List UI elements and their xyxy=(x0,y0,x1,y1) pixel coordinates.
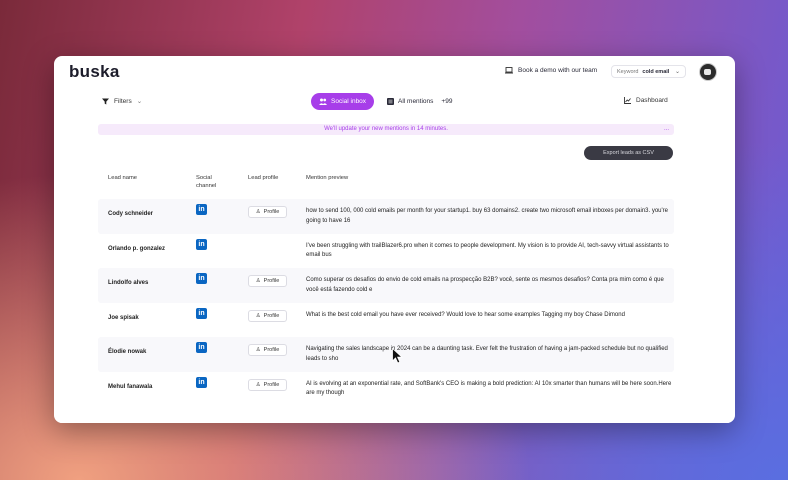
banner-more-button[interactable]: ... xyxy=(664,124,669,135)
header-social-channel: Social channel xyxy=(196,175,217,189)
mention-preview: What is the best cold email you have eve… xyxy=(306,311,625,318)
lead-name: Élodie nowak xyxy=(108,349,147,355)
lead-name: Joe spisak xyxy=(108,314,139,321)
table-row[interactable]: Joe spisak in ♙ Profile What is the best … xyxy=(98,303,674,338)
banner-text: We'll update your new mentions in 14 min… xyxy=(324,126,448,132)
profile-button[interactable]: ♙ Profile xyxy=(248,309,287,322)
mention-preview: I've been struggling with trailBlazer6.p… xyxy=(306,242,669,259)
keyword-label: Keyword xyxy=(617,68,639,75)
profile-button[interactable]: ♙ Profile xyxy=(248,378,287,391)
update-banner: We'll update your new mentions in 14 min… xyxy=(98,124,674,135)
header-mention-preview: Mention preview xyxy=(306,175,349,181)
profile-button[interactable]: ♙ Profile xyxy=(248,344,287,356)
linkedin-icon[interactable]: in xyxy=(196,342,207,353)
header-lead-name: Lead name xyxy=(108,175,138,181)
mention-preview: Navigating the sales landscape in 2024 c… xyxy=(306,346,668,362)
profile-label: Profile xyxy=(263,381,280,388)
user-icon: ♙ xyxy=(255,278,261,284)
app-logo[interactable]: buska xyxy=(69,62,120,82)
user-icon: ♙ xyxy=(255,209,261,215)
table-row[interactable]: Mehul fanawala in ♙ Profile AI is evolvin… xyxy=(98,372,674,407)
export-csv-button[interactable]: Export leads as CSV xyxy=(584,146,673,160)
grid-icon xyxy=(387,98,394,105)
profile-label: Profile xyxy=(263,312,280,319)
linkedin-icon[interactable]: in xyxy=(196,273,207,284)
keyword-value: cold email xyxy=(642,68,670,75)
chart-icon xyxy=(624,97,631,104)
filters-button[interactable]: Filters ⌄ xyxy=(102,97,142,105)
chevron-down-icon: ⌄ xyxy=(674,69,680,75)
app-window: buska Book a demo with our team Keyword … xyxy=(54,56,735,423)
user-icon: ♙ xyxy=(255,381,261,388)
profile-label: Profile xyxy=(263,278,280,284)
profile-button[interactable]: ♙ Profile xyxy=(248,275,287,287)
book-demo-label: Book a demo with our team xyxy=(518,67,598,74)
filter-icon xyxy=(102,98,109,104)
user-icon: ♙ xyxy=(255,347,261,353)
all-mentions-label: All mentions xyxy=(398,98,434,105)
lead-name: Mehul fanawala xyxy=(108,383,153,390)
user-icon: ♙ xyxy=(255,312,261,319)
mouse-cursor-icon xyxy=(392,348,403,364)
mention-preview: how to send 100, 000 cold emails per mon… xyxy=(306,208,669,224)
lead-name: Lindolfo alves xyxy=(108,280,149,286)
linkedin-icon[interactable]: in xyxy=(196,307,207,319)
top-bar: buska Book a demo with our team Keyword … xyxy=(54,56,735,90)
table-row[interactable]: Lindolfo alves in ♙ Profile Como superar … xyxy=(98,268,674,303)
dashboard-button[interactable]: Dashboard xyxy=(624,97,668,104)
linkedin-icon[interactable]: in xyxy=(196,238,207,250)
tab-all-mentions[interactable]: All mentions +99 xyxy=(379,93,460,110)
dashboard-label: Dashboard xyxy=(636,97,668,104)
mention-preview: Como superar os desafios do envio de col… xyxy=(306,277,664,293)
profile-label: Profile xyxy=(263,209,280,215)
toolbar: Filters ⌄ Social inbox All mentions +99 … xyxy=(54,92,735,112)
table-row[interactable]: Cody schneider in ♙ Profile how to send 1… xyxy=(98,199,674,234)
filters-label: Filters xyxy=(114,97,132,105)
user-avatar[interactable] xyxy=(699,63,717,81)
keyword-select[interactable]: Keyword cold email ⌄ xyxy=(611,65,686,78)
all-mentions-count: +99 xyxy=(441,98,453,105)
book-demo-link[interactable]: Book a demo with our team xyxy=(505,67,597,74)
lead-name: Cody schneider xyxy=(108,211,154,217)
laptop-icon xyxy=(505,67,513,74)
profile-label: Profile xyxy=(263,347,280,353)
leads-table-body: Cody schneider in ♙ Profile how to send 1… xyxy=(98,199,674,406)
scroll-fade xyxy=(54,411,735,423)
mention-preview: AI is evolving at an exponential rate, a… xyxy=(306,380,672,397)
chevron-down-icon: ⌄ xyxy=(136,98,143,105)
profile-button[interactable]: ♙ Profile xyxy=(248,206,287,218)
users-icon xyxy=(319,98,327,105)
lead-name: Orlando p. gonzalez xyxy=(108,245,166,252)
table-row[interactable]: Orlando p. gonzalez in I've been struggl… xyxy=(98,234,674,269)
header-lead-profile: Lead profile xyxy=(248,175,279,181)
tab-social-inbox[interactable]: Social inbox xyxy=(311,93,375,110)
linkedin-icon[interactable]: in xyxy=(196,376,207,388)
linkedin-icon[interactable]: in xyxy=(196,204,207,215)
table-header: Lead name Social channel Lead profile Me… xyxy=(54,174,735,194)
social-inbox-label: Social inbox xyxy=(331,98,367,105)
table-row[interactable]: Élodie nowak in ♙ Profile Navigating the … xyxy=(98,337,674,372)
